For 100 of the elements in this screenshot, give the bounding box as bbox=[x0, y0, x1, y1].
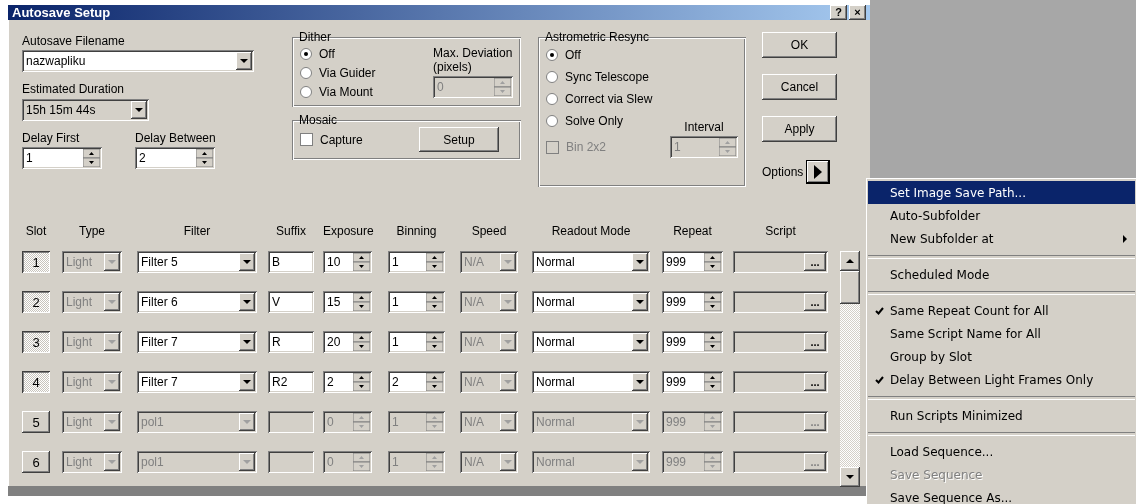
menu-item[interactable]: Group by Slot bbox=[868, 345, 1135, 368]
suffix-field[interactable]: V bbox=[268, 291, 314, 313]
radio-button[interactable] bbox=[546, 93, 558, 105]
browse-button[interactable]: ... bbox=[804, 253, 826, 271]
suffix-field[interactable]: R2 bbox=[268, 371, 314, 393]
menu-item[interactable]: Delay Between Light Frames Only bbox=[868, 368, 1135, 391]
caret-icon bbox=[243, 460, 251, 464]
filename-dropdown[interactable]: nazwapliku bbox=[22, 50, 254, 72]
readout-mode-dropdown[interactable]: Normal bbox=[532, 331, 650, 353]
menu-item[interactable]: Same Repeat Count for All bbox=[868, 299, 1135, 322]
exposure-spinbox[interactable]: 2 bbox=[323, 371, 372, 393]
column-header: Script bbox=[764, 224, 797, 238]
exposure-spinbox[interactable]: 15 bbox=[323, 291, 372, 313]
spinner-arrows-icon bbox=[353, 413, 370, 431]
scroll-thumb[interactable] bbox=[840, 271, 860, 304]
delay-between-spinbox[interactable]: 2 bbox=[135, 147, 215, 169]
radio-option[interactable]: Via Mount bbox=[300, 82, 376, 101]
spinner-arrows-icon bbox=[704, 413, 721, 431]
group-title: Astrometric Resync bbox=[544, 30, 651, 44]
spinner-arrows-icon bbox=[426, 413, 443, 431]
scroll-up-icon[interactable] bbox=[846, 259, 854, 263]
exposure-spinbox[interactable]: 20 bbox=[323, 331, 372, 353]
slot-toggle-button[interactable]: 4 bbox=[22, 371, 50, 393]
suffix-field[interactable]: B bbox=[268, 251, 314, 273]
binning-spinbox[interactable]: 2 bbox=[388, 371, 445, 393]
column-header: Suffix bbox=[275, 224, 307, 238]
options-button[interactable] bbox=[807, 161, 830, 183]
menu-item[interactable]: Scheduled Mode bbox=[868, 263, 1135, 286]
filter-dropdown[interactable]: Filter 6 bbox=[137, 291, 257, 313]
dialog-button[interactable]: OK bbox=[762, 32, 837, 58]
scroll-down-icon[interactable] bbox=[846, 475, 854, 479]
radio-option[interactable]: Via Guider bbox=[300, 63, 376, 82]
vertical-scrollbar[interactable] bbox=[840, 251, 860, 487]
help-button[interactable]: ? bbox=[830, 5, 847, 20]
menu-item[interactable]: Same Script Name for All bbox=[868, 322, 1135, 345]
browse-button[interactable]: ... bbox=[804, 373, 826, 391]
radio-option[interactable]: Off bbox=[300, 44, 376, 63]
menu-item[interactable]: Run Scripts Minimized bbox=[868, 404, 1135, 427]
caret-icon bbox=[108, 420, 116, 424]
menu-item[interactable]: Load Sequence... bbox=[868, 440, 1135, 463]
browse-button[interactable]: ... bbox=[804, 293, 826, 311]
setup-button[interactable]: Setup bbox=[419, 127, 499, 152]
readout-mode-dropdown[interactable]: Normal bbox=[532, 291, 650, 313]
repeat-spinbox[interactable]: 999 bbox=[662, 331, 723, 353]
radio-button[interactable] bbox=[300, 47, 312, 60]
column-header: Type bbox=[78, 224, 106, 238]
suffix-field[interactable]: R bbox=[268, 331, 314, 353]
binning-spinbox[interactable]: 1 bbox=[388, 291, 445, 313]
browse-button[interactable]: ... bbox=[804, 333, 826, 351]
slot-toggle-button[interactable]: 1 bbox=[22, 251, 50, 273]
readout-mode-dropdown[interactable]: Normal bbox=[532, 251, 650, 273]
repeat-spinbox[interactable]: 999 bbox=[662, 371, 723, 393]
caret-icon bbox=[504, 340, 512, 344]
caret-icon bbox=[108, 380, 116, 384]
radio-button[interactable] bbox=[300, 85, 312, 98]
slot-toggle-button[interactable]: 6 bbox=[22, 451, 50, 473]
dialog-button[interactable]: Apply bbox=[762, 116, 837, 142]
radio-button[interactable] bbox=[300, 66, 312, 79]
script-field[interactable]: ... bbox=[733, 291, 828, 313]
radio-option[interactable]: Off bbox=[546, 44, 738, 66]
radio-button[interactable] bbox=[546, 115, 558, 127]
menu-item[interactable]: Save Sequence As... bbox=[868, 486, 1135, 504]
radio-option[interactable]: Sync Telescope bbox=[546, 66, 738, 88]
delay-first-spinbox[interactable]: 1 bbox=[22, 147, 102, 169]
close-button[interactable]: × bbox=[849, 5, 866, 20]
filter-dropdown[interactable]: Filter 7 bbox=[137, 331, 257, 353]
repeat-spinbox[interactable]: 999 bbox=[662, 291, 723, 313]
caret-icon bbox=[108, 260, 116, 264]
binning-spinbox[interactable]: 1 bbox=[388, 251, 445, 273]
filter-dropdown[interactable]: Filter 7 bbox=[137, 371, 257, 393]
readout-mode-dropdown[interactable]: Normal bbox=[532, 371, 650, 393]
dialog-button[interactable]: Cancel bbox=[762, 74, 837, 100]
checkbox[interactable] bbox=[300, 133, 313, 146]
filter-dropdown[interactable]: Filter 5 bbox=[137, 251, 257, 273]
radio-option[interactable]: Solve Only bbox=[546, 110, 624, 132]
radio-button[interactable] bbox=[546, 49, 558, 61]
spinner-arrows-icon bbox=[353, 453, 370, 471]
suffix-field[interactable] bbox=[268, 411, 314, 433]
exposure-spinbox[interactable]: 10 bbox=[323, 251, 372, 273]
slot-toggle-button[interactable]: 2 bbox=[22, 291, 50, 313]
suffix-field[interactable] bbox=[268, 451, 314, 473]
spinner-arrows-icon bbox=[704, 373, 721, 391]
slot-toggle-button[interactable]: 5 bbox=[22, 411, 50, 433]
binning-spinbox[interactable]: 1 bbox=[388, 331, 445, 353]
slot-toggle-button[interactable]: 3 bbox=[22, 331, 50, 353]
capture-checkbox[interactable]: Capture bbox=[300, 132, 363, 147]
caret-icon bbox=[243, 300, 251, 304]
spinner-arrows-icon bbox=[353, 253, 370, 271]
menu-item[interactable]: New Subfolder at bbox=[868, 227, 1135, 250]
radio-button[interactable] bbox=[546, 71, 558, 83]
radio-option[interactable]: Correct via Slew bbox=[546, 88, 738, 110]
caret-icon bbox=[108, 300, 116, 304]
caret-icon bbox=[636, 460, 644, 464]
script-field[interactable]: ... bbox=[733, 251, 828, 273]
repeat-spinbox[interactable]: 999 bbox=[662, 251, 723, 273]
menu-item[interactable]: Auto-Subfolder bbox=[868, 204, 1135, 227]
duration-dropdown[interactable]: 15h 15m 44s bbox=[22, 99, 149, 121]
menu-item[interactable]: Set Image Save Path... bbox=[868, 181, 1135, 204]
script-field[interactable]: ... bbox=[733, 371, 828, 393]
script-field[interactable]: ... bbox=[733, 331, 828, 353]
